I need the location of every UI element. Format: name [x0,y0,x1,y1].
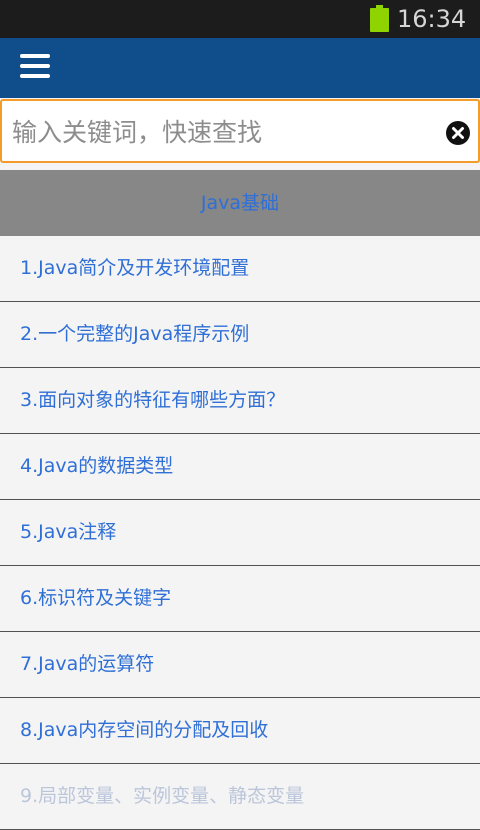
clear-icon[interactable] [446,121,470,145]
search-bar [0,99,480,163]
battery-icon [370,5,389,32]
topic-list: 1.Java简介及开发环境配置 2.一个完整的Java程序示例 3.面向对象的特… [0,236,480,830]
app-bar [0,38,480,98]
list-item[interactable]: 7.Java的运算符 [0,632,480,698]
list-item[interactable]: 3.面向对象的特征有哪些方面？ [0,368,480,434]
hamburger-menu-icon[interactable] [20,54,50,80]
list-item[interactable]: 1.Java简介及开发环境配置 [0,236,480,302]
status-time: 16:34 [397,5,467,33]
section-header: Java基础 [0,170,480,237]
search-input[interactable] [10,109,434,155]
list-item[interactable]: 4.Java的数据类型 [0,434,480,500]
status-bar: 16:34 [0,0,480,38]
list-item[interactable]: 5.Java注释 [0,500,480,566]
list-item[interactable]: 2.一个完整的Java程序示例 [0,302,480,368]
list-item[interactable]: 6.标识符及关键字 [0,566,480,632]
list-item[interactable]: 9.局部变量、实例变量、静态变量 [0,764,480,830]
list-item[interactable]: 8.Java内存空间的分配及回收 [0,698,480,764]
